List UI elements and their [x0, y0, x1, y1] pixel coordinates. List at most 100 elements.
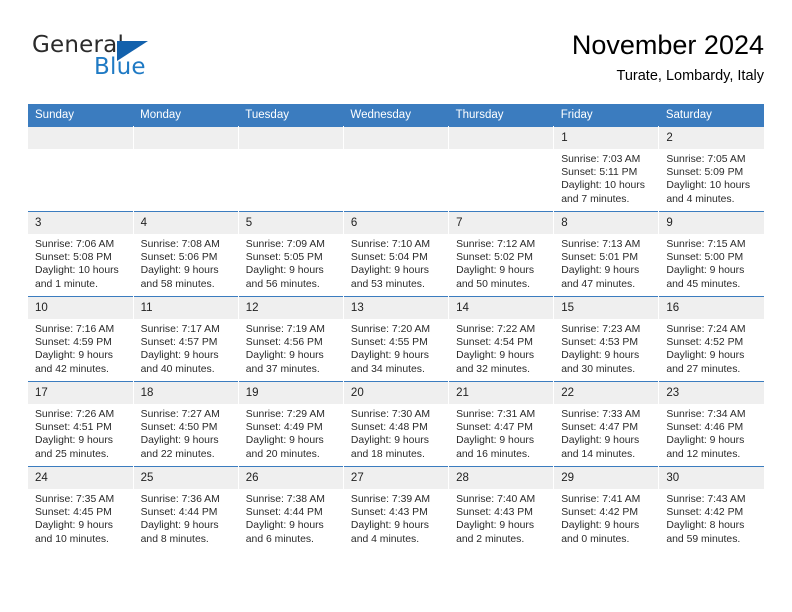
sunrise-text: Sunrise: 7:31 AM: [456, 409, 536, 420]
day-number: 13: [343, 297, 448, 319]
sunrise-text: Sunrise: 7:23 AM: [561, 324, 641, 335]
day-details: [28, 149, 132, 153]
day-cell[interactable]: 25 Sunrise: 7:36 AM Sunset: 4:44 PM Dayligh…: [133, 466, 239, 551]
daylight-text: and 6 minutes.: [245, 533, 314, 545]
day-details: Sunrise: 7:22 AM Sunset: 4:54 PM Daylight:…: [449, 319, 553, 376]
daylight-text: and 7 minutes.: [561, 193, 630, 205]
day-number: 17: [28, 382, 133, 404]
calendar-week-row: 10 Sunrise: 7:16 AM Sunset: 4:59 PM Dayligh…: [28, 296, 764, 382]
day-cell[interactable]: 14 Sunrise: 7:22 AM Sunset: 4:54 PM Dayligh…: [448, 296, 555, 382]
day-details: Sunrise: 7:26 AM Sunset: 4:51 PM Daylight:…: [28, 404, 132, 461]
sunset-text: Sunset: 4:45 PM: [35, 507, 112, 519]
day-details: Sunrise: 7:38 AM Sunset: 4:44 PM Daylight:…: [239, 489, 343, 546]
day-cell-empty: [448, 126, 555, 212]
day-details: Sunrise: 7:33 AM Sunset: 4:47 PM Daylight:…: [554, 404, 658, 461]
day-number: [238, 127, 343, 149]
daylight-text: and 0 minutes.: [561, 533, 630, 545]
weekday-header-thursday: Thursday: [448, 104, 554, 127]
day-details: Sunrise: 7:31 AM Sunset: 4:47 PM Daylight:…: [449, 404, 553, 461]
day-number: 18: [133, 382, 238, 404]
day-cell[interactable]: 17 Sunrise: 7:26 AM Sunset: 4:51 PM Dayligh…: [28, 381, 134, 467]
sunrise-text: Sunrise: 7:40 AM: [456, 494, 536, 505]
day-cell[interactable]: 15 Sunrise: 7:23 AM Sunset: 4:53 PM Dayligh…: [553, 296, 660, 382]
daylight-text: and 40 minutes.: [140, 363, 215, 375]
day-cell[interactable]: 13 Sunrise: 7:20 AM Sunset: 4:55 PM Dayligh…: [343, 296, 450, 382]
day-details: Sunrise: 7:41 AM Sunset: 4:42 PM Daylight:…: [554, 489, 658, 546]
daylight-text: and 47 minutes.: [561, 278, 636, 290]
daylight-text: Daylight: 9 hours: [350, 435, 429, 447]
sunset-text: Sunset: 4:44 PM: [140, 507, 218, 519]
day-details: Sunrise: 7:06 AM Sunset: 5:08 PM Daylight:…: [28, 234, 132, 291]
day-cell[interactable]: 28 Sunrise: 7:40 AM Sunset: 4:43 PM Dayligh…: [448, 466, 555, 551]
day-cell[interactable]: 8 Sunrise: 7:13 AM Sunset: 5:01 PM Daylight…: [553, 211, 660, 297]
day-cell[interactable]: 12 Sunrise: 7:19 AM Sunset: 4:56 PM Dayligh…: [238, 296, 344, 382]
day-cell[interactable]: 27 Sunrise: 7:39 AM Sunset: 4:43 PM Dayligh…: [343, 466, 450, 551]
sunrise-text: Sunrise: 7:05 AM: [666, 154, 746, 165]
day-cell[interactable]: 5 Sunrise: 7:09 AM Sunset: 5:05 PM Daylight…: [238, 211, 344, 297]
day-cell[interactable]: 18 Sunrise: 7:27 AM Sunset: 4:50 PM Dayligh…: [133, 381, 239, 467]
day-cell[interactable]: 10 Sunrise: 7:16 AM Sunset: 4:59 PM Dayligh…: [28, 296, 134, 382]
day-details: Sunrise: 7:39 AM Sunset: 4:43 PM Daylight:…: [344, 489, 448, 546]
day-cell[interactable]: 1 Sunrise: 7:03 AM Sunset: 5:11 PM Daylight…: [553, 126, 660, 212]
day-number: 16: [659, 297, 764, 319]
calendar-body: 1 Sunrise: 7:03 AM Sunset: 5:11 PM Daylight…: [28, 126, 764, 551]
daylight-text: Daylight: 9 hours: [456, 435, 535, 447]
day-details: Sunrise: 7:08 AM Sunset: 5:06 PM Daylight:…: [134, 234, 238, 291]
day-cell[interactable]: 11 Sunrise: 7:17 AM Sunset: 4:57 PM Dayligh…: [133, 296, 239, 382]
day-number: 5: [238, 212, 343, 234]
daylight-text: and 4 minutes.: [666, 193, 735, 205]
daylight-text: Daylight: 9 hours: [140, 265, 219, 277]
daylight-text: Daylight: 9 hours: [561, 350, 640, 362]
sunset-text: Sunset: 4:48 PM: [350, 422, 428, 434]
sunset-text: Sunset: 4:47 PM: [561, 422, 639, 434]
day-number: 19: [238, 382, 343, 404]
day-number: 9: [659, 212, 764, 234]
day-number: [449, 127, 553, 149]
sunrise-text: Sunrise: 7:34 AM: [666, 409, 746, 420]
sunset-text: Sunset: 5:02 PM: [456, 252, 533, 264]
daylight-text: Daylight: 9 hours: [350, 520, 429, 532]
day-cell[interactable]: 3 Sunrise: 7:06 AM Sunset: 5:08 PM Daylight…: [28, 211, 134, 297]
brand-logo[interactable]: General Blue: [32, 32, 232, 88]
day-number: [28, 127, 133, 149]
sunrise-text: Sunrise: 7:06 AM: [35, 239, 115, 250]
day-number: 1: [554, 127, 658, 149]
day-cell[interactable]: 22 Sunrise: 7:33 AM Sunset: 4:47 PM Dayligh…: [553, 381, 660, 467]
daylight-text: and 42 minutes.: [35, 363, 109, 375]
day-cell-empty: [238, 126, 344, 212]
daylight-text: Daylight: 9 hours: [35, 520, 113, 532]
day-cell[interactable]: 26 Sunrise: 7:38 AM Sunset: 4:44 PM Dayligh…: [238, 466, 344, 551]
daylight-text: Daylight: 9 hours: [140, 520, 219, 532]
day-cell[interactable]: 6 Sunrise: 7:10 AM Sunset: 5:04 PM Daylight…: [343, 211, 450, 297]
daylight-text: and 27 minutes.: [666, 363, 741, 375]
day-cell[interactable]: 4 Sunrise: 7:08 AM Sunset: 5:06 PM Daylight…: [133, 211, 239, 297]
day-cell[interactable]: 24 Sunrise: 7:35 AM Sunset: 4:45 PM Dayligh…: [28, 466, 134, 551]
sunrise-text: Sunrise: 7:33 AM: [561, 409, 641, 420]
day-cell[interactable]: 19 Sunrise: 7:29 AM Sunset: 4:49 PM Dayligh…: [238, 381, 344, 467]
day-details: Sunrise: 7:03 AM Sunset: 5:11 PM Daylight:…: [554, 149, 658, 206]
sunset-text: Sunset: 4:52 PM: [666, 337, 744, 349]
sunset-text: Sunset: 5:11 PM: [561, 167, 638, 179]
sunset-text: Sunset: 4:53 PM: [561, 337, 639, 349]
daylight-text: Daylight: 9 hours: [456, 350, 535, 362]
day-cell[interactable]: 29 Sunrise: 7:41 AM Sunset: 4:42 PM Dayligh…: [553, 466, 660, 551]
daylight-text: and 56 minutes.: [245, 278, 320, 290]
sunrise-text: Sunrise: 7:30 AM: [350, 409, 431, 420]
day-cell[interactable]: 2 Sunrise: 7:05 AM Sunset: 5:09 PM Daylight…: [658, 126, 764, 212]
daylight-text: and 2 minutes.: [456, 533, 525, 545]
calendar-page: General Blue November 2024 Turate, Lomba…: [0, 0, 792, 612]
day-cell[interactable]: 21 Sunrise: 7:31 AM Sunset: 4:47 PM Dayligh…: [448, 381, 555, 467]
calendar-week-row: 1 Sunrise: 7:03 AM Sunset: 5:11 PM Daylight…: [28, 126, 764, 212]
day-cell[interactable]: 23 Sunrise: 7:34 AM Sunset: 4:46 PM Dayligh…: [658, 381, 764, 467]
daylight-text: Daylight: 9 hours: [561, 435, 640, 447]
sunrise-text: Sunrise: 7:10 AM: [350, 239, 431, 250]
daylight-text: Daylight: 8 hours: [666, 520, 745, 532]
day-cell[interactable]: 16 Sunrise: 7:24 AM Sunset: 4:52 PM Dayligh…: [658, 296, 764, 382]
calendar-week-row: 3 Sunrise: 7:06 AM Sunset: 5:08 PM Daylight…: [28, 211, 764, 297]
day-number: 6: [343, 212, 448, 234]
day-cell[interactable]: 7 Sunrise: 7:12 AM Sunset: 5:02 PM Daylight…: [448, 211, 555, 297]
daylight-text: Daylight: 9 hours: [561, 265, 640, 277]
day-cell[interactable]: 20 Sunrise: 7:30 AM Sunset: 4:48 PM Dayligh…: [343, 381, 450, 467]
day-cell[interactable]: 9 Sunrise: 7:15 AM Sunset: 5:00 PM Daylight…: [658, 211, 764, 297]
day-cell[interactable]: 30 Sunrise: 7:43 AM Sunset: 4:42 PM Dayligh…: [658, 466, 764, 551]
